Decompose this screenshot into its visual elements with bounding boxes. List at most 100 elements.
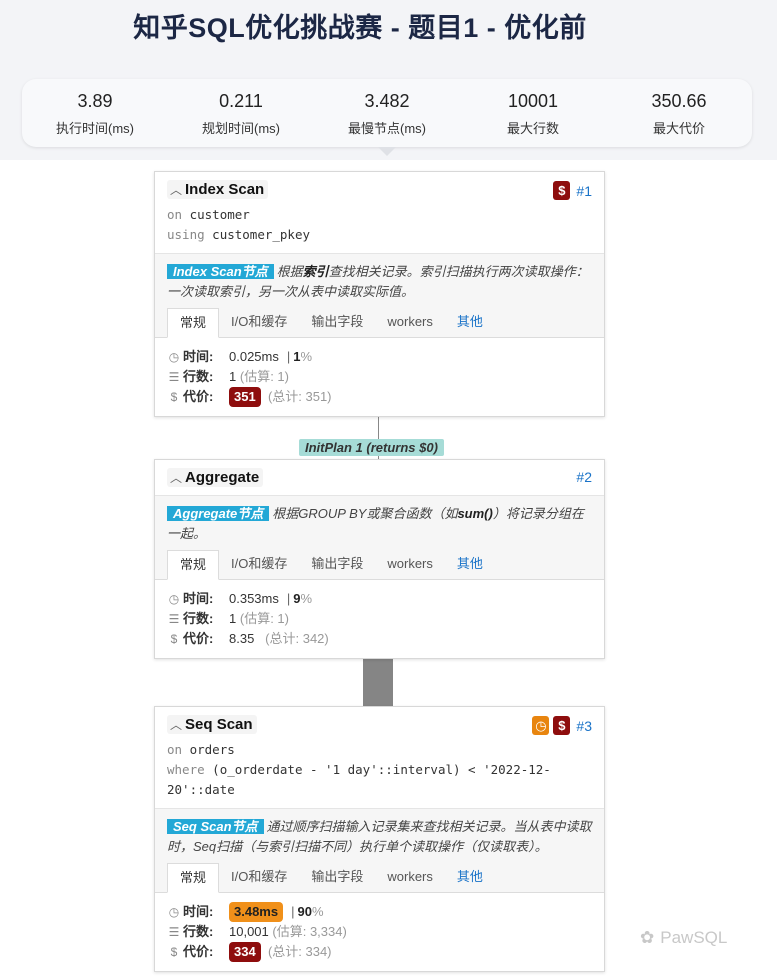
- node-tabs: 常规 I/O和缓存 输出字段 workers 其他: [155, 550, 604, 580]
- cost-value: 351: [229, 387, 261, 407]
- plan-connector-heavy: [363, 655, 393, 707]
- collapse-toggle[interactable]: ︿ Index Scan: [167, 180, 269, 199]
- tab-io[interactable]: I/O和缓存: [219, 863, 299, 892]
- rows-estimate: (估算: 1): [239, 369, 289, 384]
- rows-estimate: (估算: 1): [239, 611, 289, 626]
- node-stats: ◷ 时间: 3.48ms | 90% ☰ 行数: 10,001 (估算: 3,334) $ 代…: [155, 893, 604, 971]
- percent-sign: %: [300, 591, 313, 606]
- dollar-icon: $: [553, 181, 571, 200]
- cost-total: (总计: 334): [267, 944, 332, 959]
- plan-node-aggregate: ︿ Aggregate #2 Aggregate节点 根据GROUP BY或聚合函…: [154, 459, 605, 659]
- summary-value: 3.89: [77, 91, 113, 111]
- time-value: 0.353ms: [229, 591, 279, 606]
- summary-bar: 3.89 执行时间(ms) 0.211 规划时间(ms) 3.482 最慢节点(…: [22, 79, 752, 147]
- detail-keyword: where: [167, 762, 205, 777]
- collapse-toggle[interactable]: ︿ Aggregate: [167, 468, 264, 487]
- cost-label: 代价:: [183, 389, 214, 404]
- rows-estimate: (估算: 3,334): [272, 924, 347, 939]
- node-description: Index Scan节点 根据索引查找相关记录。索引扫描执行两次读取操作：一次读取…: [155, 253, 604, 308]
- node-type-tag: Index Scan节点: [167, 264, 274, 279]
- dollar-icon: $: [553, 716, 571, 735]
- cost-label: 代价:: [183, 631, 214, 646]
- detail-keyword: on: [167, 207, 183, 222]
- desc-text: 根据: [276, 264, 303, 279]
- summary-value: 0.211: [219, 91, 263, 111]
- node-name: Seq Scan: [185, 716, 253, 733]
- initplan-label: InitPlan 1 (returns $0): [299, 439, 444, 456]
- rows-value: 1: [229, 369, 237, 384]
- clock-icon: ◷: [168, 592, 180, 606]
- summary-plan-time: 0.211 规划时间(ms): [168, 79, 314, 147]
- time-value: 3.48ms: [229, 902, 284, 922]
- tab-workers[interactable]: workers: [375, 308, 445, 337]
- dollar-icon: $: [170, 390, 178, 404]
- cost-total: (总计: 342): [265, 631, 329, 646]
- summary-label: 最大代价: [652, 121, 705, 136]
- desc-bold: 索引: [302, 264, 329, 279]
- page-title: 知乎SQL优化挑战赛 - 题目1 - 优化前: [133, 13, 587, 43]
- node-tabs: 常规 I/O和缓存 输出字段 workers 其他: [155, 308, 604, 338]
- watermark: ✿ PawSQL: [640, 928, 727, 948]
- summary-label: 最慢节点(ms): [348, 121, 426, 136]
- desc-bold: sum(): [457, 506, 493, 521]
- time-label: 时间:: [183, 904, 214, 919]
- watermark-text: PawSQL: [660, 928, 728, 947]
- rows-label: 行数:: [183, 924, 214, 939]
- detail-value: customer: [189, 207, 250, 222]
- dollar-icon: $: [170, 632, 178, 646]
- tab-output[interactable]: 输出字段: [299, 308, 375, 337]
- summary-label: 执行时间(ms): [56, 121, 134, 136]
- rows-icon: ☰: [168, 612, 180, 626]
- cost-label: 代价:: [183, 944, 214, 959]
- node-number: #3: [576, 717, 592, 734]
- node-detail: on customer using customer_pkey: [167, 205, 592, 245]
- cost-value: 334: [229, 942, 261, 962]
- tab-other[interactable]: 其他: [445, 863, 495, 892]
- tab-io[interactable]: I/O和缓存: [219, 550, 299, 579]
- tab-output[interactable]: 输出字段: [299, 550, 375, 579]
- percent-sign: %: [300, 349, 313, 364]
- summary-value: 350.66: [651, 91, 707, 111]
- desc-text: 根据GROUP BY或聚合函数（如: [272, 506, 458, 521]
- tab-io[interactable]: I/O和缓存: [219, 308, 299, 337]
- dollar-icon: $: [170, 945, 178, 959]
- detail-keyword: on: [167, 742, 183, 757]
- time-percent: 90: [297, 904, 312, 919]
- time-label: 时间:: [183, 591, 214, 606]
- time-percent: 1: [293, 349, 301, 364]
- cost-value: 8.35: [229, 631, 255, 646]
- clock-icon: ◷: [168, 350, 180, 364]
- tab-general[interactable]: 常规: [167, 550, 220, 580]
- node-header: ︿ Seq Scan ◷ $ #3 on orders where (o_ord…: [155, 707, 604, 808]
- time-label: 时间:: [183, 349, 214, 364]
- summary-value: 3.482: [364, 91, 410, 111]
- rows-icon: ☰: [168, 925, 180, 939]
- plan-node-seq-scan: ︿ Seq Scan ◷ $ #3 on orders where (o_ord…: [154, 706, 605, 972]
- node-stats: ◷ 时间: 0.353ms | 9% ☰ 行数: 1 (估算: 1) $ 代价: 8.35 (总…: [155, 580, 604, 658]
- tab-workers[interactable]: workers: [375, 863, 445, 892]
- node-number: #1: [576, 182, 592, 199]
- tab-other[interactable]: 其他: [445, 308, 495, 337]
- tab-other[interactable]: 其他: [445, 550, 495, 579]
- collapse-toggle[interactable]: ︿ Seq Scan: [167, 715, 257, 734]
- node-header: ︿ Index Scan $ #1 on customer using cust…: [155, 172, 604, 253]
- summary-max-cost: 350.66 最大代价: [606, 79, 752, 147]
- detail-value: customer_pkey: [212, 227, 311, 242]
- summary-exec-time: 3.89 执行时间(ms): [22, 79, 168, 147]
- clock-icon: ◷: [168, 905, 180, 919]
- node-description: Aggregate节点 根据GROUP BY或聚合函数（如sum()）将记录分组在…: [155, 495, 604, 550]
- summary-label: 规划时间(ms): [202, 121, 280, 136]
- tab-general[interactable]: 常规: [167, 308, 220, 338]
- tab-general[interactable]: 常规: [167, 863, 220, 893]
- node-stats: ◷ 时间: 0.025ms | 1% ☰ 行数: 1 (估算: 1) $ 代价: 351 (总计…: [155, 338, 604, 416]
- wechat-icon: ✿: [640, 928, 655, 947]
- plan-node-index-scan: ︿ Index Scan $ #1 on customer using cust…: [154, 171, 605, 417]
- rows-label: 行数:: [183, 369, 214, 384]
- tab-workers[interactable]: workers: [375, 550, 445, 579]
- rows-value: 1: [229, 611, 237, 626]
- summary-slowest-node: 3.482 最慢节点(ms): [314, 79, 460, 147]
- node-number: #2: [576, 469, 592, 485]
- node-type-tag: Seq Scan节点: [167, 819, 264, 834]
- summary-value: 10001: [507, 91, 559, 111]
- tab-output[interactable]: 输出字段: [299, 863, 375, 892]
